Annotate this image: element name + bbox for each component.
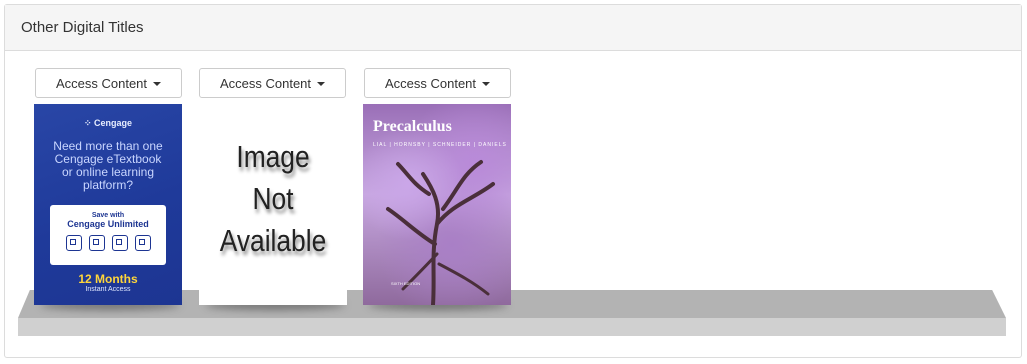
access-content-button-1[interactable]: Access Content <box>35 68 182 98</box>
access-content-button-3[interactable]: Access Content <box>364 68 511 98</box>
access-content-label: Access Content <box>219 75 312 91</box>
book-cover-cengage-unlimited[interactable]: ⁘ Cengage Need more than one Cengage eTe… <box>34 104 182 305</box>
caret-down-icon <box>153 81 162 86</box>
book-title: Precalculus <box>373 118 452 135</box>
access-content-label: Access Content <box>55 75 148 91</box>
instant-access-text: Instant Access <box>85 286 131 293</box>
video-icon <box>88 235 105 251</box>
months-text: 12 Months <box>78 272 138 286</box>
panel-title: Other Digital Titles <box>21 19 144 36</box>
book-edition: SIXTH EDITION <box>391 281 421 286</box>
cengage-unlimited-text: Cengage Unlimited <box>67 219 149 229</box>
save-with-text: Save with <box>91 212 125 219</box>
cover-pitch-text: Need more than one Cengage eTextbook or … <box>53 139 163 192</box>
cengage-logo: ⁘ Cengage <box>83 118 133 128</box>
ebook-icon <box>65 235 82 251</box>
caret-down-icon <box>482 81 491 86</box>
access-content-button-2[interactable]: Access Content <box>199 68 346 98</box>
panel-heading: Other Digital Titles <box>5 5 1021 51</box>
not-available-text: Image Not Available <box>219 139 327 258</box>
book-cover-image-not-available[interactable]: Image Not Available <box>199 104 347 305</box>
access-content-label: Access Content <box>384 75 477 91</box>
layers-icon <box>111 235 128 251</box>
shelf-front <box>18 318 1006 336</box>
book-authors: LIAL | HORNSBY | SCHNEIDER | DANIELS <box>373 142 507 148</box>
devices-icon <box>134 235 151 251</box>
caret-down-icon <box>317 81 326 86</box>
book-cover-precalculus[interactable]: Precalculus LIAL | HORNSBY | SCHNEIDER |… <box>363 104 511 305</box>
unlimited-card: Save with Cengage Unlimited <box>50 205 166 265</box>
